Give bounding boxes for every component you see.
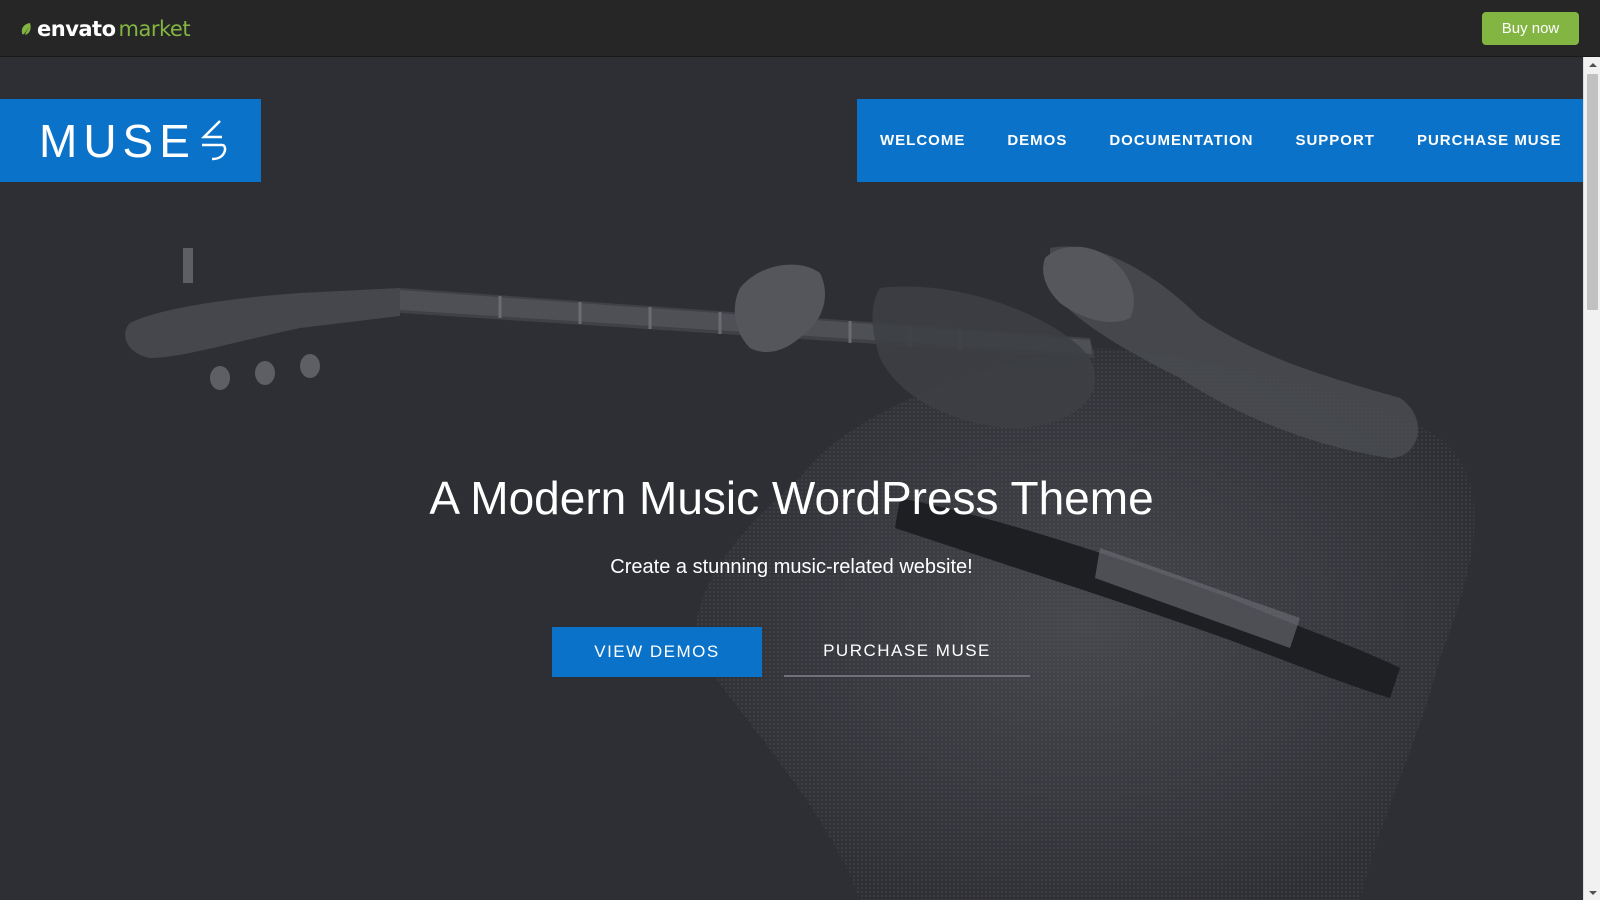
leaf-icon <box>21 23 31 35</box>
logo-envato-text: envato <box>37 17 116 41</box>
hero-subtitle: Create a stunning music-related website! <box>610 556 973 578</box>
scrollbar-thumb[interactable] <box>1587 74 1598 310</box>
purchase-muse-button[interactable]: PURCHASE MUSE <box>784 627 1030 677</box>
nav-item-demos[interactable]: DEMOS <box>1007 132 1067 149</box>
envato-top-bar: envato market Buy now <box>0 0 1600 57</box>
hero-section: MUSE WELCOME DEMOS DOCUMENTATION SUPPORT… <box>0 58 1583 900</box>
nav-item-welcome[interactable]: WELCOME <box>880 132 965 149</box>
buy-now-button[interactable]: Buy now <box>1482 12 1579 45</box>
envato-market-logo[interactable]: envato market <box>20 16 191 42</box>
chevron-up-icon[interactable] <box>1584 57 1600 72</box>
muse-logo[interactable]: MUSE <box>0 99 261 182</box>
hero-title: A Modern Music WordPress Theme <box>429 472 1154 524</box>
main-navigation: WELCOME DEMOS DOCUMENTATION SUPPORT PURC… <box>857 99 1583 182</box>
muse-logo-text: MUSE <box>39 114 196 167</box>
page-scrollbar[interactable] <box>1583 57 1600 900</box>
nav-item-support[interactable]: SUPPORT <box>1295 132 1375 149</box>
view-demos-button[interactable]: VIEW DEMOS <box>552 627 762 677</box>
chevron-down-icon[interactable] <box>1584 885 1600 900</box>
nav-item-documentation[interactable]: DOCUMENTATION <box>1109 132 1253 149</box>
muse-mark-icon <box>200 119 227 160</box>
logo-market-text: market <box>118 17 191 41</box>
nav-item-purchase-muse[interactable]: PURCHASE MUSE <box>1417 132 1562 149</box>
